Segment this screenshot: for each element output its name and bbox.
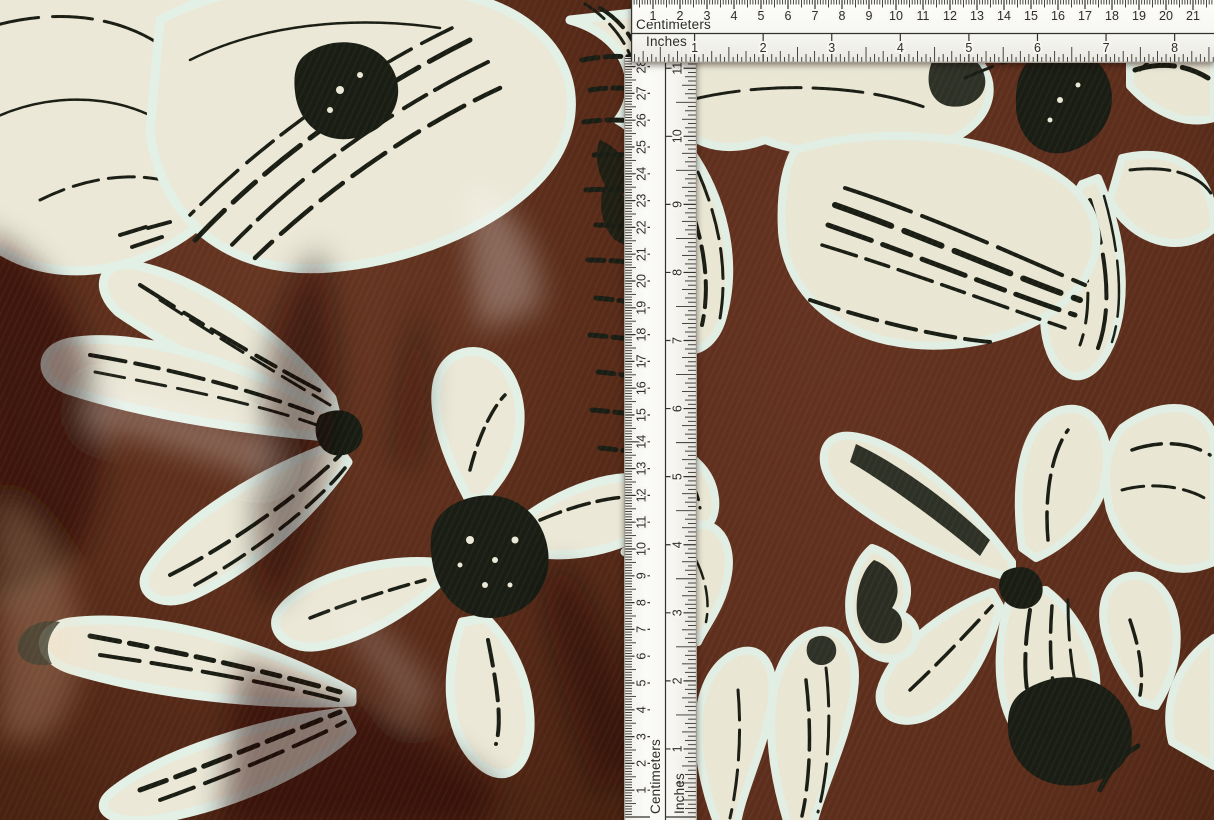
inch-number: 10 <box>671 129 685 143</box>
cm-number: 1 <box>635 787 649 794</box>
inch-ticks <box>665 60 697 817</box>
cm-number: 10 <box>635 542 649 556</box>
cm-numbers: 123456789101112131415161718192021 <box>650 9 1200 23</box>
inch-number: 2 <box>760 41 767 55</box>
inch-number: 11 <box>671 62 685 75</box>
cm-number: 9 <box>866 9 873 23</box>
cm-number: 21 <box>1186 9 1200 23</box>
cm-number: 15 <box>635 408 649 422</box>
cm-number: 2 <box>677 9 684 23</box>
horizontal-ruler-scale: Centimeters Inches 123456789101112131415… <box>631 0 1214 63</box>
cm-number: 19 <box>635 301 649 315</box>
cm-number: 5 <box>758 9 765 23</box>
inch-numbers: 1 2 3 4 5 6 7 8 9 10 11 <box>671 62 685 753</box>
cm-number: 7 <box>812 9 819 23</box>
cm-number: 20 <box>1159 9 1173 23</box>
inch-unit-label: Inches <box>672 773 687 814</box>
cm-number: 12 <box>635 488 649 502</box>
cm-number: 14 <box>635 435 649 449</box>
inch-ticks <box>635 34 1214 63</box>
cm-number: 18 <box>635 328 649 342</box>
cm-number: 3 <box>704 9 711 23</box>
cm-number: 23 <box>635 194 649 208</box>
cm-number: 11 <box>635 516 649 529</box>
cm-number: 6 <box>635 653 649 660</box>
inch-number: 5 <box>671 473 685 480</box>
cm-number: 13 <box>970 9 984 23</box>
cm-number: 3 <box>635 733 649 740</box>
cm-number: 11 <box>917 9 930 23</box>
cm-number: 1 <box>650 9 657 23</box>
vertical-ruler: Centimeters Inches 123456789101112131415… <box>624 57 697 820</box>
inch-number: 1 <box>671 745 685 752</box>
inch-number: 6 <box>1034 41 1041 55</box>
cm-number: 17 <box>635 354 649 368</box>
inch-number: 3 <box>828 41 835 55</box>
flat-fabric-illustration <box>660 0 1214 820</box>
horizontal-ruler: Centimeters Inches 123456789101112131415… <box>631 0 1214 63</box>
inch-number: 4 <box>671 541 685 548</box>
fabric-product-photo: Centimeters Inches 123456789101112131415… <box>0 0 1214 820</box>
cm-numbers: 1234567891011121314151617181920212223242… <box>635 60 649 794</box>
cm-number: 8 <box>839 9 846 23</box>
inch-number: 7 <box>671 337 685 344</box>
cm-number: 16 <box>635 381 649 395</box>
cm-number: 4 <box>635 706 649 713</box>
inch-number: 2 <box>671 677 685 684</box>
vertical-ruler-scale: Centimeters Inches 123456789101112131415… <box>624 57 697 820</box>
cm-number: 24 <box>635 167 649 181</box>
cm-unit-label: Centimeters <box>636 17 711 32</box>
cm-number: 12 <box>943 9 957 23</box>
cm-number: 6 <box>785 9 792 23</box>
draped-fabric-illustration <box>0 0 660 820</box>
inch-number: 9 <box>671 201 685 208</box>
cm-number: 4 <box>731 9 738 23</box>
fabric-photo-draped <box>0 0 660 820</box>
cm-number: 27 <box>635 86 649 100</box>
cm-number: 8 <box>635 599 649 606</box>
inch-number: 1 <box>691 41 698 55</box>
inch-number: 3 <box>671 609 685 616</box>
flower-motif <box>782 136 1097 346</box>
inch-number: 4 <box>897 41 904 55</box>
inch-number: 8 <box>671 269 685 276</box>
cm-number: 13 <box>635 462 649 476</box>
fabric-photo-flat <box>660 0 1214 820</box>
inch-number: 8 <box>1171 41 1178 55</box>
cm-number: 15 <box>1024 9 1038 23</box>
cm-number: 5 <box>635 679 649 686</box>
cm-number: 17 <box>1078 9 1092 23</box>
cm-number: 22 <box>635 220 649 234</box>
inch-number: 7 <box>1103 41 1110 55</box>
inch-number: 6 <box>671 405 685 412</box>
cm-number: 16 <box>1051 9 1065 23</box>
cm-number: 20 <box>635 274 649 288</box>
cm-number: 19 <box>1132 9 1146 23</box>
cm-number: 10 <box>889 9 903 23</box>
cm-number: 2 <box>635 760 649 767</box>
cm-number: 21 <box>635 247 649 261</box>
cm-number: 7 <box>635 626 649 633</box>
cm-number: 14 <box>997 9 1011 23</box>
cm-number: 9 <box>635 572 649 579</box>
cm-number: 26 <box>635 113 649 127</box>
cm-unit-label: Centimeters <box>648 739 663 814</box>
inch-unit-label: Inches <box>646 34 687 49</box>
inch-number: 5 <box>965 41 972 55</box>
cm-number: 25 <box>635 140 649 154</box>
cm-number: 18 <box>1105 9 1119 23</box>
